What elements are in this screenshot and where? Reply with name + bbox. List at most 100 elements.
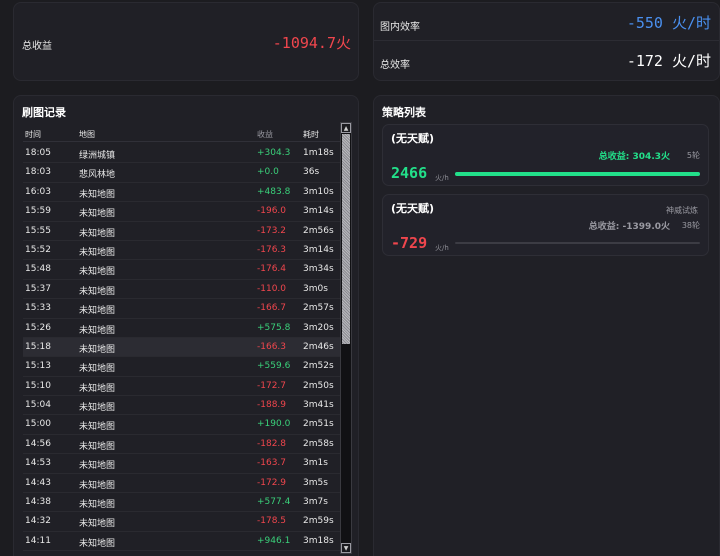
row-gain: +575.8 [257, 322, 291, 333]
row-gain: -196.0 [257, 206, 287, 217]
row-map: 悲风林地 [79, 170, 116, 181]
table-row[interactable]: 15:33 未知地图 -166.7 2m57s [23, 299, 340, 319]
row-map: 未知地图 [79, 364, 116, 375]
total-efficiency-label: 总效率 [380, 60, 410, 71]
row-gain: -173.2 [257, 225, 287, 236]
records-title: 刷图记录 [22, 106, 66, 119]
table-row[interactable]: 15:13 未知地图 +559.6 2m52s [23, 357, 340, 377]
efficiency-card: 图内效率 -550 火/时 总效率 -172 火/时 [373, 2, 720, 81]
table-row[interactable]: 14:32 未知地图 -178.5 2m59s [23, 512, 340, 532]
strategy-card: 策略列表 (无天赋) 总收益: 304.3火 5轮 2466 火/h (无天赋)… [373, 95, 720, 556]
row-time: 14:53 [25, 458, 51, 469]
row-time: 16:03 [25, 186, 51, 197]
total-efficiency-value: -172 火/时 [626, 52, 711, 70]
row-gain: -178.5 [257, 516, 287, 527]
row-gain: +946.1 [257, 535, 291, 546]
row-map: 未知地图 [79, 441, 116, 452]
row-map: 未知地图 [79, 344, 116, 355]
row-gain: -163.7 [257, 458, 287, 469]
row-time: 18:05 [25, 148, 51, 158]
row-duration: 2m46s [303, 341, 334, 352]
table-row[interactable]: 15:00 未知地图 +190.0 2m51s [23, 415, 340, 435]
row-gain: -188.9 [257, 400, 287, 411]
map-efficiency-label: 图内效率 [380, 22, 420, 33]
map-efficiency-value: -550 火/时 [626, 14, 711, 32]
row-gain: +559.6 [257, 361, 291, 372]
row-duration: 3m7s [303, 497, 328, 508]
row-duration: 3m10s [303, 186, 334, 197]
row-gain: +190.0 [257, 419, 291, 430]
scrollbar-thumb[interactable] [342, 134, 350, 344]
total-income-card: 总收益 -1094.7火 [13, 2, 359, 81]
strategy-item[interactable]: (无天赋) 总收益: 304.3火 5轮 2466 火/h [382, 124, 709, 186]
scroll-down-icon[interactable]: ▼ [341, 543, 351, 553]
strategy-efficiency: 2466 [391, 164, 428, 182]
row-time: 15:26 [25, 322, 51, 333]
strategy-rounds: 5轮 [686, 151, 700, 160]
row-gain: -176.4 [257, 264, 287, 275]
row-gain: -110.0 [257, 283, 287, 294]
strategy-bar [455, 242, 700, 244]
row-time: 15:37 [25, 283, 51, 294]
header-map: 地图 [79, 130, 95, 139]
table-row[interactable]: 15:18 未知地图 -166.3 2m46s [23, 337, 340, 358]
table-row[interactable]: 15:26 未知地图 +575.8 3m20s [23, 319, 340, 338]
table-row[interactable]: 15:59 未知地图 -196.0 3m14s [23, 202, 340, 222]
row-map: 未知地图 [79, 422, 116, 433]
strategy-efficiency: -729 [391, 234, 428, 252]
row-time: 14:43 [25, 477, 51, 488]
row-map: 未知地图 [79, 189, 116, 200]
table-row[interactable]: 15:37 未知地图 -110.0 3m0s [23, 280, 340, 300]
row-gain: -166.3 [257, 341, 287, 352]
row-map: 未知地图 [79, 500, 116, 511]
table-row[interactable]: 18:03 悲风林地 +0.0 36s [23, 163, 340, 183]
table-row[interactable]: 14:56 未知地图 -182.8 2m58s [23, 435, 340, 455]
row-time: 14:32 [25, 516, 51, 527]
row-duration: 3m20s [303, 322, 334, 333]
table-row[interactable]: 15:10 未知地图 -172.7 2m50s [23, 377, 340, 397]
row-duration: 3m41s [303, 400, 334, 411]
row-time: 18:03 [25, 167, 51, 178]
total-efficiency-row: 总效率 -172 火/时 [374, 41, 719, 79]
row-duration: 2m56s [303, 225, 334, 236]
records-table-body: 18:05 绿洲城镇 +304.3 1m18s 18:03 悲风林地 +0.0 36s 16:0… [23, 144, 340, 552]
table-row[interactable]: 14:43 未知地图 -172.9 3m5s [23, 474, 340, 494]
row-map: 未知地图 [79, 538, 116, 549]
strategy-bar-fill [455, 172, 700, 176]
table-row[interactable]: 16:03 未知地图 +483.8 3m10s [23, 183, 340, 203]
row-duration: 3m0s [303, 283, 328, 294]
table-row[interactable]: 14:11 未知地图 +946.1 3m18s [23, 532, 340, 552]
table-row[interactable]: 15:04 未知地图 -188.9 3m41s [23, 396, 340, 416]
row-duration: 1m18s [303, 148, 334, 158]
table-row[interactable]: 14:53 未知地图 -163.7 3m1s [23, 454, 340, 474]
row-time: 15:59 [25, 206, 51, 217]
strategy-income: 总收益: 304.3火 [598, 152, 670, 162]
row-map: 绿洲城镇 [79, 151, 116, 161]
records-scrollbar[interactable]: ▲ ▼ [340, 122, 352, 554]
strategy-item[interactable]: (无天赋) 神威试炼 总收益: -1399.0火 38轮 -729 火/h [382, 194, 709, 256]
row-map: 未知地图 [79, 286, 116, 297]
records-table-header: 时间 地图 收益 耗时 [23, 126, 340, 142]
row-duration: 3m18s [303, 535, 334, 546]
table-row[interactable]: 15:52 未知地图 -176.3 3m14s [23, 241, 340, 261]
row-map: 未知地图 [79, 209, 116, 220]
table-row[interactable]: 15:55 未知地图 -173.2 2m56s [23, 222, 340, 241]
strategy-tag: 神威试炼 [666, 206, 698, 215]
scroll-up-icon[interactable]: ▲ [341, 123, 351, 133]
row-duration: 2m57s [303, 303, 334, 314]
total-income-value: -1094.7火 [272, 34, 351, 52]
row-map: 未知地图 [79, 403, 116, 414]
table-row[interactable]: 18:05 绿洲城镇 +304.3 1m18s [23, 144, 340, 164]
row-gain: +577.4 [257, 497, 291, 508]
row-map: 未知地图 [79, 247, 116, 258]
table-row[interactable]: 14:38 未知地图 +577.4 3m7s [23, 493, 340, 513]
row-duration: 2m50s [303, 380, 334, 391]
row-gain: +0.0 [257, 167, 279, 178]
row-map: 未知地图 [79, 480, 116, 491]
row-map: 未知地图 [79, 325, 116, 336]
row-duration: 2m58s [303, 438, 334, 449]
row-duration: 3m34s [303, 264, 334, 275]
table-row[interactable]: 15:48 未知地图 -176.4 3m34s [23, 260, 340, 280]
header-gain: 收益 [257, 130, 273, 139]
row-map: 未知地图 [79, 306, 116, 317]
